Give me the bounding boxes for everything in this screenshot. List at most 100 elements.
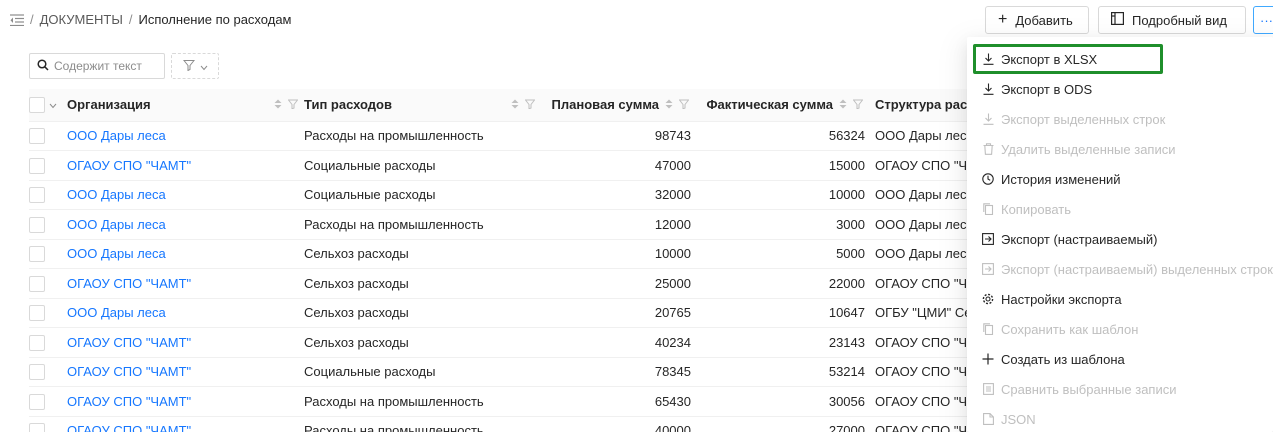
menu-item[interactable]: Сравнить выбранные записи [973,374,1273,404]
menu-item[interactable]: Сохранить как шаблон [973,314,1273,344]
table-row[interactable]: ООО Дары леса Расходы на промышленность 12… [29,209,1029,240]
organization-link[interactable]: ОГАОУ СПО "ЧАМТ" [67,423,191,432]
organization-cell: ООО Дары леса [67,180,304,210]
menu-item[interactable]: Настройки экспорта [973,284,1273,314]
table-row[interactable]: ОГАОУ СПО "ЧАМТ" Социальные расходы 78345 5… [29,357,1029,387]
filter-button[interactable] [171,53,219,79]
table-row[interactable]: ОГАОУ СПО "ЧАМТ" Расходы на промышленност… [29,386,1029,417]
organization-link[interactable]: ООО Дары леса [67,246,166,261]
organization-link[interactable]: ОГАОУ СПО "ЧАМТ" [67,158,191,173]
organization-link[interactable]: ОГАОУ СПО "ЧАМТ" [67,335,191,350]
row-select-cell [29,180,67,210]
table-row[interactable]: ОГАОУ СПО "ЧАМТ" Расходы на промышленност… [29,416,1029,432]
row-checkbox[interactable] [29,216,45,233]
column-header[interactable]: Фактическая сумма [695,89,869,122]
filter-icon[interactable] [287,97,299,112]
select-all-checkbox[interactable] [29,96,45,113]
menu-item[interactable]: Копировать [973,194,1273,224]
organization-link[interactable]: ООО Дары леса [67,187,166,202]
menu-item[interactable]: История изменений [973,164,1273,194]
expense-type-cell: Расходы на промышленность [304,209,541,240]
column-header[interactable]: Организация [67,89,304,122]
organization-link[interactable]: ОГАОУ СПО "ЧАМТ" [67,394,191,409]
column-header[interactable]: Тип расходов [304,89,541,122]
top-bar: / ДОКУМЕНТЫ / Исполнение по расходам + Д… [0,0,1273,40]
row-checkbox[interactable] [29,393,45,410]
row-checkbox[interactable] [29,157,45,174]
menu-item[interactable]: Создать из шаблона [973,344,1273,374]
planned-sum-cell: 78345 [541,357,695,387]
table-row[interactable]: ООО Дары леса Расходы на промышленность 98… [29,121,1029,151]
row-checkbox[interactable] [29,423,45,432]
menu-item-label: Экспорт в XLSX [1001,51,1098,67]
menu-item[interactable]: Удалить выделенные записи [973,134,1273,164]
organization-cell: ОГАОУ СПО "ЧАМТ" [67,327,304,358]
organization-link[interactable]: ООО Дары леса [67,305,166,320]
menu-item[interactable]: Экспорт в XLSX [973,44,1163,74]
actual-sum-cell: 22000 [695,268,869,299]
copy-icon [981,323,995,335]
add-button[interactable]: + Добавить [985,6,1089,34]
more-actions-button[interactable]: ··· [1253,6,1273,34]
row-select-cell [29,298,67,328]
filter-icon[interactable] [524,97,536,112]
menu-item[interactable]: JSON [973,404,1273,432]
organization-cell: ОГАОУ СПО "ЧАМТ" [67,386,304,417]
planned-sum-cell: 10000 [541,239,695,269]
row-checkbox[interactable] [29,305,45,322]
table-row[interactable]: ООО Дары леса Сельхоз расходы 10000 5000 ООО… [29,239,1029,269]
planned-sum-cell: 47000 [541,150,695,181]
sort-icon[interactable] [274,97,282,112]
filter-bar [29,53,219,79]
organization-link[interactable]: ООО Дары леса [67,128,166,143]
row-select-cell [29,386,67,417]
menu-item[interactable]: Экспорт (настраиваемый) [973,224,1273,254]
row-checkbox[interactable] [29,334,45,351]
organization-link[interactable]: ООО Дары леса [67,217,166,232]
detail-view-button-label: Подробный вид [1132,12,1227,28]
column-header[interactable]: Плановая сумма [541,89,695,122]
row-checkbox[interactable] [29,187,45,204]
planned-sum-cell: 65430 [541,386,695,417]
download-icon [981,83,995,95]
menu-item[interactable]: Экспорт выделенных строк [973,104,1273,134]
chevron-down-icon[interactable] [49,97,57,112]
breadcrumb-separator: / [128,12,133,27]
sort-icon[interactable] [839,97,847,112]
organization-link[interactable]: ОГАОУ СПО "ЧАМТ" [67,364,191,379]
row-checkbox[interactable] [29,364,45,381]
organization-link[interactable]: ОГАОУ СПО "ЧАМТ" [67,276,191,291]
row-select-cell [29,357,67,387]
table-row[interactable]: ОГАОУ СПО "ЧАМТ" Сельхоз расходы 25000 2200… [29,268,1029,299]
detail-view-button[interactable]: Подробный вид [1098,6,1246,34]
expense-type-cell: Социальные расходы [304,180,541,210]
table-row[interactable]: ОГАОУ СПО "ЧАМТ" Сельхоз расходы 40234 2314… [29,327,1029,358]
filter-icon[interactable] [852,97,864,112]
search-input[interactable] [54,59,154,73]
row-checkbox[interactable] [29,246,45,263]
column-header-label: Организация [67,97,151,113]
actual-sum-cell: 10000 [695,180,869,210]
menu-toggle-icon[interactable] [10,13,24,26]
actual-sum-cell: 27000 [695,416,869,432]
row-checkbox[interactable] [29,128,45,145]
table-row[interactable]: ОГАОУ СПО "ЧАМТ" Социальные расходы 47000 1… [29,150,1029,181]
breadcrumb-section[interactable]: ДОКУМЕНТЫ [40,12,123,27]
menu-item[interactable]: Экспорт в ODS [973,74,1273,104]
filter-icon[interactable] [678,97,690,112]
menu-item-label: История изменений [1001,171,1121,187]
menu-item[interactable]: Экспорт (настраиваемый) выделенных строк [973,254,1273,284]
actual-sum-cell: 30056 [695,386,869,417]
row-select-cell [29,121,67,151]
sort-icon[interactable] [511,97,519,112]
actual-sum-cell: 15000 [695,150,869,181]
search-box[interactable] [29,53,165,79]
menu-item-label: Экспорт в ODS [1001,81,1093,97]
row-checkbox[interactable] [29,275,45,292]
row-select-cell [29,416,67,432]
sort-icon[interactable] [665,97,673,112]
planned-sum-cell: 40000 [541,416,695,432]
table-row[interactable]: ООО Дары леса Социальные расходы 32000 1000… [29,180,1029,210]
table-row[interactable]: ООО Дары леса Сельхоз расходы 20765 10647 ОГ… [29,298,1029,328]
menu-item-label: JSON [1001,411,1036,427]
